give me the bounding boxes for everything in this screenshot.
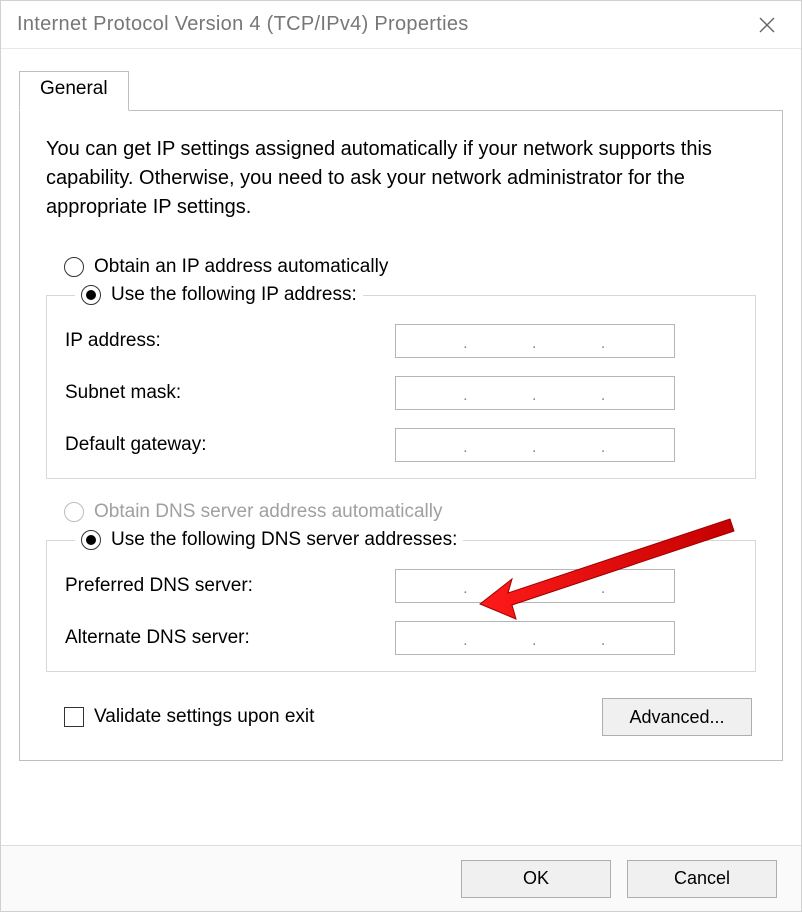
tab-panel-general: You can get IP settings assigned automat… <box>19 110 783 761</box>
radio-ip-manual-label: Use the following IP address: <box>111 284 357 306</box>
label-ip-address: IP address: <box>65 330 395 352</box>
intro-text: You can get IP settings assigned automat… <box>46 135 756 222</box>
group-dns-manual: Use the following DNS server addresses: … <box>46 529 756 672</box>
radio-dns-manual[interactable]: Use the following DNS server addresses: <box>81 529 457 551</box>
radio-ip-auto[interactable]: Obtain an IP address automatically <box>64 256 756 278</box>
label-preferred-dns: Preferred DNS server: <box>65 575 395 597</box>
ipv4-properties-window: Internet Protocol Version 4 (TCP/IPv4) P… <box>0 0 802 912</box>
radio-ip-auto-label: Obtain an IP address automatically <box>94 256 388 278</box>
label-default-gateway: Default gateway: <box>65 434 395 456</box>
label-alternate-dns: Alternate DNS server: <box>65 627 395 649</box>
radio-icon <box>64 502 84 522</box>
tabstrip: General <box>19 71 783 111</box>
radio-dns-manual-label: Use the following DNS server addresses: <box>111 529 457 551</box>
label-validate-on-exit: Validate settings upon exit <box>94 706 314 728</box>
window-title: Internet Protocol Version 4 (TCP/IPv4) P… <box>17 13 469 36</box>
titlebar: Internet Protocol Version 4 (TCP/IPv4) P… <box>1 1 801 49</box>
radio-icon <box>81 530 101 550</box>
tab-general[interactable]: General <box>19 71 129 111</box>
input-alternate-dns[interactable]: ... <box>395 621 675 655</box>
close-icon <box>759 17 775 33</box>
group-ip-manual: Use the following IP address: IP address… <box>46 284 756 479</box>
advanced-button[interactable]: Advanced... <box>602 698 752 736</box>
tab-general-label: General <box>40 78 108 99</box>
input-subnet-mask[interactable]: ... <box>395 376 675 410</box>
radio-dns-auto: Obtain DNS server address automatically <box>64 501 756 523</box>
ok-button[interactable]: OK <box>461 860 611 898</box>
cancel-button[interactable]: Cancel <box>627 860 777 898</box>
radio-dns-auto-label: Obtain DNS server address automatically <box>94 501 442 523</box>
input-ip-address[interactable]: ... <box>395 324 675 358</box>
label-subnet-mask: Subnet mask: <box>65 382 395 404</box>
dialog-footer: OK Cancel <box>1 845 801 911</box>
close-button[interactable] <box>737 1 797 49</box>
radio-ip-manual[interactable]: Use the following IP address: <box>81 284 357 306</box>
radio-icon <box>81 285 101 305</box>
input-preferred-dns[interactable]: ... <box>395 569 675 603</box>
checkbox-validate-on-exit[interactable] <box>64 707 84 727</box>
radio-icon <box>64 257 84 277</box>
input-default-gateway[interactable]: ... <box>395 428 675 462</box>
